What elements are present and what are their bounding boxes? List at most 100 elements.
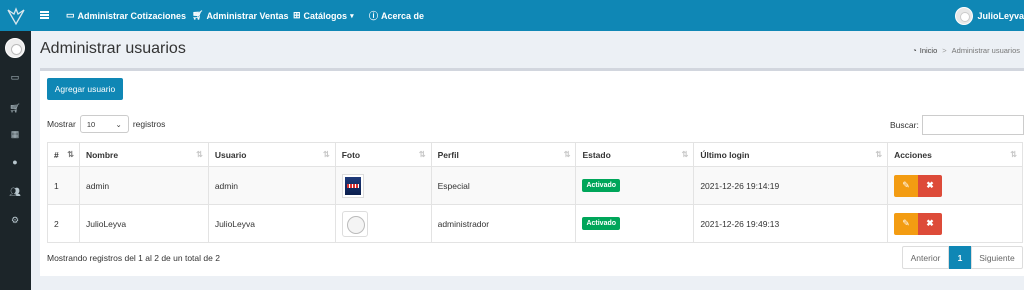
nav-acerca-label: Acerca de: [381, 10, 425, 21]
col-num[interactable]: # ⇅: [47, 142, 80, 167]
breadcrumb-separator: >: [942, 46, 947, 55]
user-menu[interactable]: JulioLeyva: [955, 0, 1024, 31]
pencil-icon: ✎: [902, 218, 910, 228]
page-length-value: 10: [86, 119, 96, 129]
cart-icon: 🛒︎: [192, 10, 204, 20]
caret-down-icon: ▾: [350, 12, 354, 20]
sidebar-grid-icon[interactable]: ▦: [9, 128, 21, 140]
search-input[interactable]: [921, 115, 1024, 135]
nav-catalogos[interactable]: ⊞ Catálogos ▾: [293, 0, 354, 31]
nav-ventas-label: Administrar Ventas: [206, 10, 289, 21]
sidebar-product-icon[interactable]: ●: [9, 156, 21, 168]
status-badge[interactable]: Activado: [582, 179, 621, 192]
nav-cotizaciones-label: Administrar Cotizaciones: [77, 10, 187, 21]
cell-foto: [334, 166, 432, 205]
col-nombre[interactable]: Nombre ⇅: [78, 142, 209, 167]
cell-acciones: ✎ ✖: [887, 166, 1023, 205]
pagination-page-1[interactable]: 1: [949, 246, 971, 269]
sort-icon: ⇅: [681, 150, 689, 159]
sidebar-invoice-icon[interactable]: ▭: [9, 71, 21, 83]
col-usuario[interactable]: Usuario ⇅: [207, 142, 336, 167]
page-length-control: Mostrar 10 ⌄ registros: [47, 115, 165, 133]
add-user-button[interactable]: Agregar usuario: [47, 78, 123, 100]
menu-toggle-icon[interactable]: [40, 11, 49, 19]
users-panel: Agregar usuario Mostrar 10 ⌄ registros B…: [40, 68, 1024, 276]
table-info: Mostrando registros del 1 al 2 de un tot…: [47, 253, 220, 263]
cell-foto: [334, 204, 432, 243]
pagination: Anterior 1 Siguiente: [902, 246, 1023, 269]
delete-button[interactable]: ✖: [918, 212, 943, 235]
nav-catalogos-label: Catálogos: [303, 10, 348, 21]
pagination-next[interactable]: Siguiente: [971, 246, 1023, 269]
pagination-prev[interactable]: Anterior: [902, 246, 949, 269]
col-acciones[interactable]: Acciones ⇅: [887, 142, 1023, 167]
delete-button[interactable]: ✖: [918, 174, 943, 197]
col-perfil-label: Perfil: [437, 149, 459, 160]
edit-button[interactable]: ✎: [894, 212, 919, 235]
cell-num: 1: [47, 166, 80, 205]
table-row: 2 JulioLeyva JulioLeyva administrador Ac…: [47, 204, 1023, 243]
sort-icon: ⇅: [563, 150, 571, 159]
chevron-down-icon: ⌄: [115, 119, 122, 129]
sidebar-avatar[interactable]: [5, 38, 25, 58]
table-header-row: # ⇅ Nombre ⇅ Usuario ⇅ Foto ⇅ Perfil ⇅ Estado…: [47, 142, 1023, 167]
info-icon: ⓘ: [369, 11, 379, 21]
logo[interactable]: [0, 0, 31, 31]
show-suffix: registros: [132, 119, 166, 129]
status-badge[interactable]: Activado: [582, 217, 621, 230]
cell-login: 2021-12-26 19:49:13: [693, 204, 889, 243]
cell-nombre: admin: [78, 166, 209, 205]
sidebar: ▭ 🛒︎ ▦ ● 👥︎ ⚙: [0, 31, 31, 290]
user-photo-placeholder: [341, 210, 368, 237]
col-usuario-label: Usuario: [214, 149, 247, 160]
sort-icon: ⇅: [875, 150, 883, 159]
page-title: Administrar usuarios: [40, 40, 186, 57]
show-prefix: Mostrar: [47, 119, 76, 129]
sort-icon: ⇅: [196, 150, 203, 159]
col-foto-label: Foto: [341, 149, 361, 160]
col-num-label: #: [54, 149, 59, 160]
user-photo: [341, 173, 364, 198]
search-control: Buscar:: [890, 115, 1024, 135]
sort-asc-icon: ⇅: [67, 150, 74, 159]
col-foto[interactable]: Foto ⇅: [334, 142, 432, 167]
sidebar-cart-icon[interactable]: 🛒︎: [9, 102, 21, 114]
sort-icon: ⇅: [323, 150, 330, 159]
sidebar-users-icon[interactable]: 👥︎: [9, 186, 21, 198]
col-login[interactable]: Último login ⇅: [693, 142, 889, 167]
sort-icon: ⇅: [418, 150, 426, 159]
cell-nombre: JulioLeyva: [78, 204, 209, 243]
cell-perfil: Especial: [430, 166, 577, 205]
col-perfil[interactable]: Perfil ⇅: [430, 142, 577, 167]
pencil-icon: ✎: [902, 180, 910, 190]
table-row: 1 admin admin Especial Activado 2021-12-…: [47, 166, 1023, 205]
avatar: [955, 6, 974, 25]
col-estado-label: Estado: [582, 149, 611, 160]
col-login-label: Último login: [700, 149, 750, 160]
sidebar-cogs-icon[interactable]: ⚙: [9, 214, 21, 226]
col-acciones-label: Acciones: [894, 149, 932, 160]
plus-square-icon: ⊞: [293, 10, 301, 20]
col-nombre-label: Nombre: [85, 149, 119, 160]
cell-acciones: ✎ ✖: [887, 204, 1023, 243]
nav-ventas[interactable]: 🛒︎ Administrar Ventas: [192, 0, 288, 31]
close-icon: ✖: [926, 180, 934, 190]
cell-estado: Activado: [575, 204, 695, 243]
page-length-select[interactable]: 10 ⌄: [79, 115, 129, 133]
edit-button[interactable]: ✎: [894, 174, 919, 197]
col-estado[interactable]: Estado ⇅: [575, 142, 695, 167]
breadcrumb-current: Administrar usuarios: [951, 46, 1020, 55]
cell-perfil: administrador: [430, 204, 577, 243]
nav-cotizaciones[interactable]: ▭ Administrar Cotizaciones: [66, 0, 186, 31]
cell-num: 2: [47, 204, 80, 243]
invoice-icon: ▭: [66, 10, 75, 20]
cell-usuario: JulioLeyva: [207, 204, 336, 243]
search-label: Buscar:: [890, 120, 919, 130]
cell-usuario: admin: [207, 166, 336, 205]
nav-acerca[interactable]: ⓘ Acerca de: [369, 0, 424, 31]
sort-icon: ⇅: [1010, 150, 1017, 159]
cell-estado: Activado: [575, 166, 695, 205]
dashboard-icon: ◔: [912, 46, 917, 55]
eagle-logo-icon: [6, 6, 25, 25]
breadcrumb-home[interactable]: Inicio: [920, 46, 938, 55]
